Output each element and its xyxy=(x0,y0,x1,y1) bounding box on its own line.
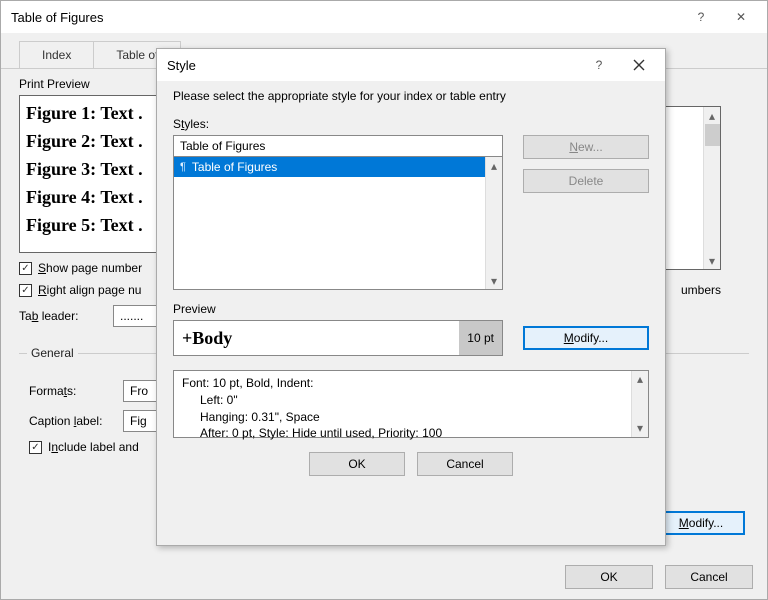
tof-modify-button[interactable]: Modify... xyxy=(657,511,745,535)
help-button[interactable]: ? xyxy=(579,51,619,79)
scroll-down-icon[interactable]: ▾ xyxy=(704,252,720,269)
formats-label: Formats: xyxy=(29,384,115,398)
ok-button[interactable]: OK xyxy=(309,452,405,476)
scrollbar[interactable]: ▴ ▾ xyxy=(631,371,648,437)
help-button[interactable]: ? xyxy=(681,3,721,31)
checkbox-icon: ✓ xyxy=(19,262,32,275)
cancel-button[interactable]: Cancel xyxy=(417,452,513,476)
scrollbar[interactable]: ▴ ▾ xyxy=(485,157,502,289)
desc-line: Font: 10 pt, Bold, Indent: xyxy=(182,375,626,392)
scroll-up-icon[interactable]: ▴ xyxy=(486,157,502,174)
style-description-box: Font: 10 pt, Bold, Indent: Left: 0" Hang… xyxy=(173,370,649,438)
preview-label: Preview xyxy=(173,302,649,316)
tof-titlebar: Table of Figures ? ✕ xyxy=(1,1,767,33)
close-button[interactable] xyxy=(619,51,659,79)
checkbox-label: Right align page nu xyxy=(38,283,141,297)
close-button[interactable]: ✕ xyxy=(721,3,761,31)
checkbox-icon: ✓ xyxy=(19,284,32,297)
styles-listbox[interactable]: ¶ Table of Figures ▴ ▾ xyxy=(173,156,503,290)
preview-box: +Body 10 pt xyxy=(173,320,503,356)
print-preview-box: Figure 1: Text . Figure 2: Text . Figure… xyxy=(19,95,159,253)
ok-button[interactable]: OK xyxy=(565,565,653,589)
right-cut-label: umbers xyxy=(681,283,721,297)
style-instruction: Please select the appropriate style for … xyxy=(173,89,649,103)
new-style-button[interactable]: New... xyxy=(523,135,649,159)
scroll-up-icon[interactable]: ▴ xyxy=(632,371,648,388)
tof-footer: OK Cancel xyxy=(565,565,753,589)
preview-font-size: 10 pt xyxy=(459,321,502,355)
preview-font-name: +Body xyxy=(182,328,459,349)
preview-line: Figure 2: Text . xyxy=(26,128,152,156)
style-titlebar: Style ? xyxy=(157,49,665,81)
style-dialog: Style ? Please select the appropriate st… xyxy=(156,48,666,546)
scroll-down-icon[interactable]: ▾ xyxy=(632,420,648,437)
style-title: Style xyxy=(167,58,579,73)
cancel-button[interactable]: Cancel xyxy=(665,565,753,589)
style-item-label: Table of Figures xyxy=(192,160,277,174)
scroll-down-icon[interactable]: ▾ xyxy=(486,272,502,289)
scroll-thumb[interactable] xyxy=(705,124,720,146)
modify-style-button[interactable]: Modify... xyxy=(523,326,649,350)
desc-line: After: 0 pt, Style: Hide until used, Pri… xyxy=(182,425,626,442)
preview-line: Figure 3: Text . xyxy=(26,156,152,184)
preview-line: Figure 4: Text . xyxy=(26,184,152,212)
tof-title: Table of Figures xyxy=(11,10,681,25)
style-body: Please select the appropriate style for … xyxy=(157,81,665,488)
delete-style-button[interactable]: Delete xyxy=(523,169,649,193)
desc-line: Hanging: 0.31", Space xyxy=(182,409,626,426)
scroll-up-icon[interactable]: ▴ xyxy=(704,107,720,124)
general-label: General xyxy=(27,346,78,360)
checkbox-label: Include label and xyxy=(48,440,139,454)
caption-label-label: Caption label: xyxy=(29,414,115,428)
tab-index[interactable]: Index xyxy=(19,41,94,68)
preview-line: Figure 5: Text . xyxy=(26,212,152,240)
style-item-table-of-figures[interactable]: ¶ Table of Figures xyxy=(174,157,502,177)
close-icon xyxy=(633,59,645,71)
checkbox-icon: ✓ xyxy=(29,441,42,454)
style-button-row: OK Cancel xyxy=(173,452,649,476)
paragraph-icon: ¶ xyxy=(180,161,186,173)
preview-line: Figure 1: Text . xyxy=(26,100,152,128)
styles-edit-field[interactable]: Table of Figures xyxy=(173,135,503,157)
styles-label: Styles: xyxy=(173,117,649,131)
tab-leader-label: Tab leader: xyxy=(19,309,105,323)
scrollbar[interactable]: ▴ ▾ xyxy=(703,107,720,269)
desc-line: Left: 0" xyxy=(182,392,626,409)
checkbox-label: Show page number xyxy=(38,261,142,275)
